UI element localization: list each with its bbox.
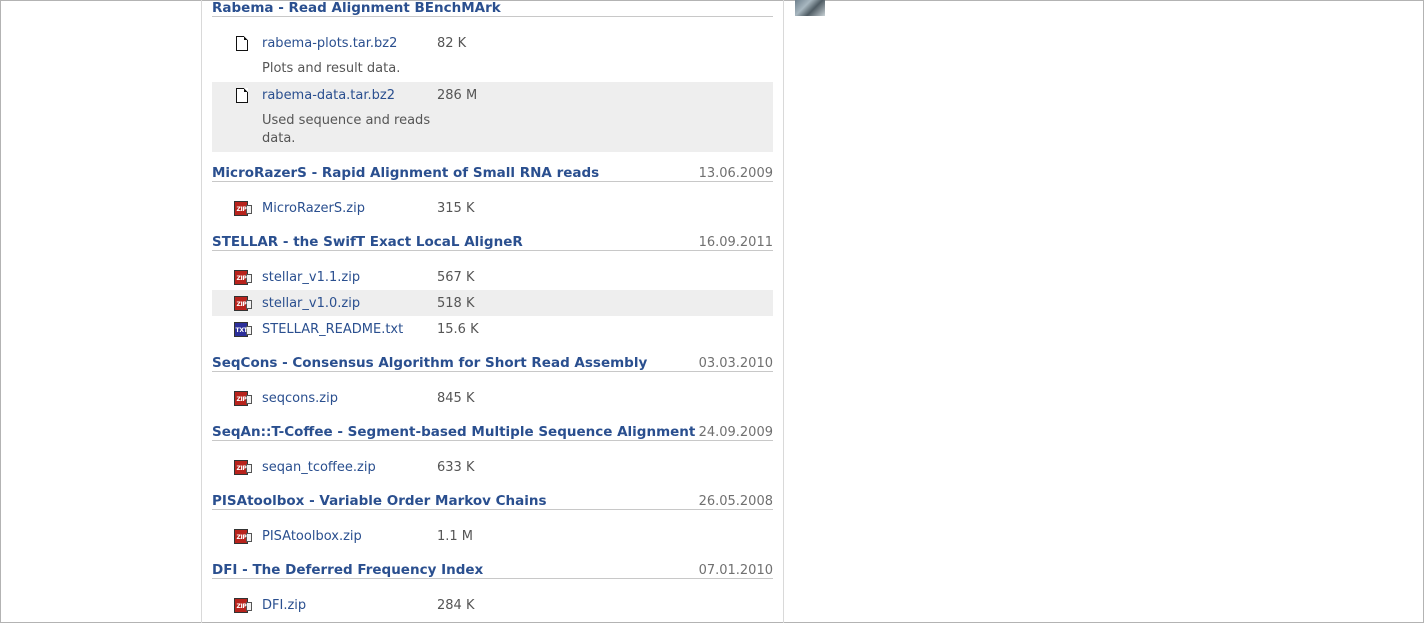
section-title-link[interactable]: DFI - The Deferred Frequency Index: [212, 562, 483, 578]
section-title-link[interactable]: SeqCons - Consensus Algorithm for Short …: [212, 355, 647, 371]
section-date: 07.01.2010: [698, 563, 773, 578]
file-description: Used sequence and reads data.: [262, 113, 431, 146]
avatar-thumbnail: [795, 0, 825, 16]
file-size: 633 K: [437, 460, 475, 475]
section-date: 26.05.2008: [698, 494, 773, 509]
document-file-icon: [236, 88, 248, 103]
zip-file-icon: ZIP: [234, 391, 252, 406]
file-size: 518 K: [437, 296, 475, 311]
zip-file-icon: ZIP: [234, 529, 252, 544]
file-size: 845 K: [437, 391, 475, 406]
zip-file-icon: ZIP: [234, 201, 252, 216]
file-download-link[interactable]: stellar_v1.0.zip: [262, 296, 360, 312]
file-download-link[interactable]: rabema-plots.tar.bz2: [262, 36, 397, 52]
section-title-link[interactable]: PISAtoolbox - Variable Order Markov Chai…: [212, 493, 547, 509]
file-download-link[interactable]: stellar_v1.1.zip: [262, 270, 360, 286]
column-divider-left: [201, 0, 202, 623]
file-download-link[interactable]: MicroRazerS.zip: [262, 201, 365, 217]
document-file-icon: [236, 36, 248, 51]
file-row: ZIP seqan_tcoffee.zip 633 K: [212, 454, 773, 480]
file-size: 567 K: [437, 270, 475, 285]
file-description: Plots and result data.: [262, 61, 401, 76]
zip-file-icon: ZIP: [234, 270, 252, 285]
file-row: rabema-plots.tar.bz2 82 K Plots and resu…: [212, 30, 773, 80]
file-download-link[interactable]: STELLAR_README.txt: [262, 322, 403, 338]
file-size: 82 K: [437, 36, 467, 51]
file-row: ZIP DFI.zip 284 K: [212, 592, 773, 618]
file-download-link[interactable]: DFI.zip: [262, 598, 306, 614]
file-row: ZIP MicroRazerS.zip 315 K: [212, 195, 773, 221]
file-row: ZIP stellar_v1.1.zip 567 K: [212, 264, 773, 290]
section-date: 16.09.2011: [698, 235, 773, 250]
section-header-microrazers: MicroRazerS - Rapid Alignment of Small R…: [212, 165, 773, 182]
section-title-link[interactable]: STELLAR - the SwifT Exact LocaL AligneR: [212, 234, 523, 250]
section-title-link[interactable]: SeqAn::T-Coffee - Segment-based Multiple…: [212, 424, 695, 440]
file-download-link[interactable]: PISAtoolbox.zip: [262, 529, 362, 545]
zip-file-icon: ZIP: [234, 460, 252, 475]
file-size: 1.1 M: [437, 529, 474, 544]
file-row: ZIP seqcons.zip 845 K: [212, 385, 773, 411]
section-header-seqcons: SeqCons - Consensus Algorithm for Short …: [212, 355, 773, 372]
file-row: rabema-data.tar.bz2 286 M Used sequence …: [212, 82, 773, 152]
file-download-link[interactable]: seqcons.zip: [262, 391, 338, 407]
file-row: ZIP PISAtoolbox.zip 1.1 M: [212, 523, 773, 549]
file-download-link[interactable]: rabema-data.tar.bz2: [262, 88, 395, 104]
zip-file-icon: ZIP: [234, 598, 252, 613]
file-size: 15.6 K: [437, 322, 479, 337]
section-date: 24.09.2009: [698, 425, 773, 440]
column-divider-right: [783, 0, 784, 623]
file-row: ZIP stellar_v1.0.zip 518 K: [212, 290, 773, 316]
text-file-icon: TXT: [234, 322, 252, 337]
file-download-link[interactable]: seqan_tcoffee.zip: [262, 460, 376, 476]
file-size: 286 M: [437, 88, 478, 103]
zip-file-icon: ZIP: [234, 296, 252, 311]
file-size: 284 K: [437, 598, 475, 613]
section-header-pisatoolbox: PISAtoolbox - Variable Order Markov Chai…: [212, 493, 773, 510]
section-date: 13.06.2009: [698, 166, 773, 181]
section-header-stellar: STELLAR - the SwifT Exact LocaL AligneR …: [212, 234, 773, 251]
section-title-link[interactable]: Rabema - Read Alignment BEnchMArk: [212, 0, 501, 16]
section-date: 03.03.2010: [698, 356, 773, 371]
section-title-link[interactable]: MicroRazerS - Rapid Alignment of Small R…: [212, 165, 599, 181]
section-header-rabema: Rabema - Read Alignment BEnchMArk: [212, 0, 773, 17]
section-header-dfi: DFI - The Deferred Frequency Index 07.01…: [212, 562, 773, 579]
file-row: TXT STELLAR_README.txt 15.6 K: [212, 316, 773, 342]
section-header-seqan-tcoffee: SeqAn::T-Coffee - Segment-based Multiple…: [212, 424, 773, 441]
file-size: 315 K: [437, 201, 475, 216]
